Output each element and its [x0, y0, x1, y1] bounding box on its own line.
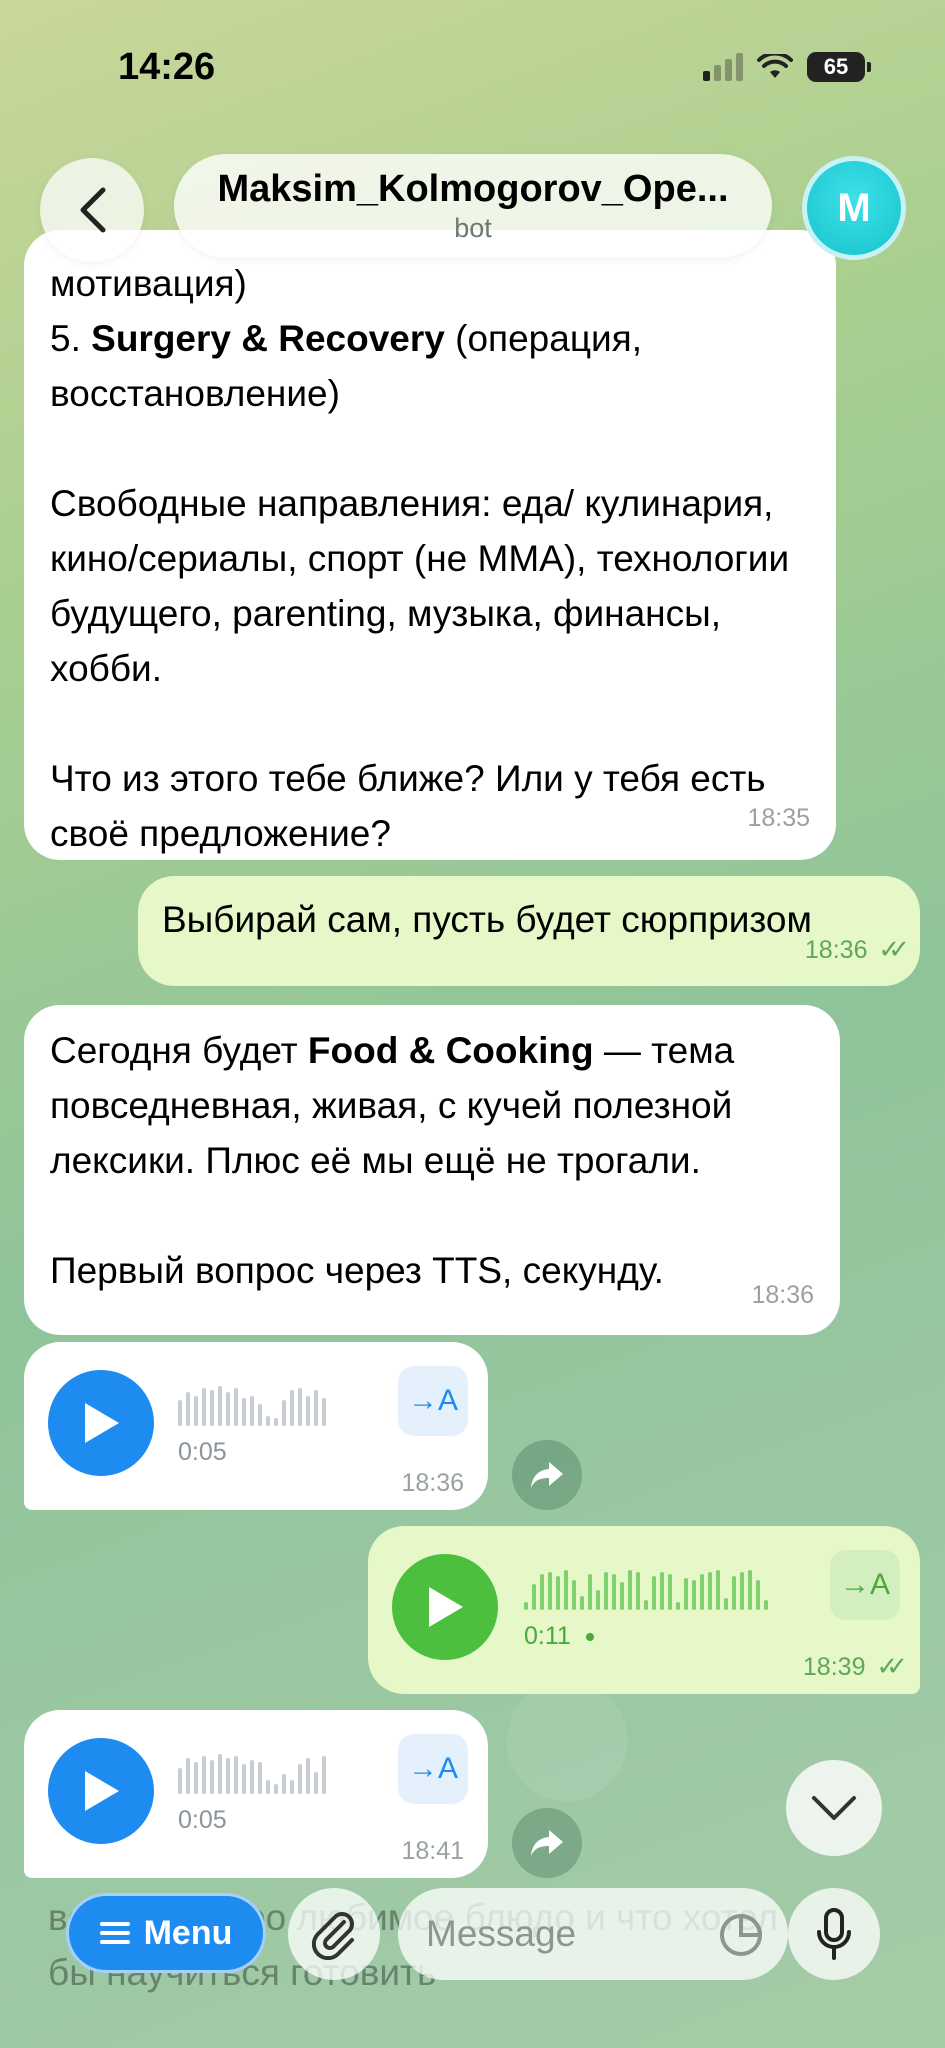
message-text: Первый вопрос через TTS, секунду. [50, 1250, 664, 1291]
attach-button[interactable] [288, 1888, 380, 1980]
scroll-down-button[interactable] [786, 1760, 882, 1856]
play-button[interactable] [392, 1554, 498, 1660]
chat-name: Maksim_Kolmogorov_Ope... [217, 168, 729, 210]
message-time: 18:39 ✓✓ [802, 1651, 908, 1681]
waveform[interactable] [524, 1570, 768, 1610]
share-forward-icon [531, 1830, 563, 1856]
waveform[interactable] [178, 1386, 326, 1426]
share-forward-button[interactable] [512, 1808, 582, 1878]
battery-icon: 65 [807, 52, 871, 82]
microphone-button[interactable] [788, 1888, 880, 1980]
chat-subtitle: bot [454, 213, 492, 243]
message-text: Свободные направления: еда/ кулинария, к… [50, 483, 790, 689]
share-forward-icon [531, 1462, 563, 1488]
transcribe-button[interactable]: →A [398, 1734, 468, 1804]
menu-label: Menu [143, 1913, 233, 1952]
outgoing-voice-message[interactable]: 0:11 →A 18:39 ✓✓ [368, 1526, 920, 1694]
signal-icon [703, 53, 743, 81]
chevron-down-icon [812, 1796, 856, 1820]
play-icon [429, 1587, 463, 1627]
menu-button[interactable]: Menu [66, 1893, 266, 1973]
microphone-icon [817, 1908, 851, 1960]
read-check-icon: ✓✓ [876, 1651, 907, 1681]
menu-icon [99, 1922, 130, 1944]
message-text: Сегодня будет Food & Cooking — тема повс… [50, 1030, 735, 1181]
paperclip-icon [311, 1912, 354, 1960]
message-time: 18:36 [751, 1281, 814, 1309]
read-check-icon: ✓✓ [878, 934, 909, 964]
play-button[interactable] [48, 1738, 154, 1844]
wifi-icon [757, 54, 793, 78]
waveform[interactable] [178, 1754, 326, 1794]
avatar[interactable]: M [802, 156, 906, 260]
message-text: 5. Surgery & Recovery (операция, [50, 318, 642, 359]
chat-title[interactable]: Maksim_Kolmogorov_Ope... bot [174, 154, 772, 258]
transcribe-button[interactable]: →A [830, 1550, 900, 1620]
message-text: Что из этого тебе ближе? Или у тебя есть… [50, 758, 766, 854]
voice-duration: 0:05 [178, 1438, 227, 1466]
share-forward-button[interactable] [512, 1440, 582, 1510]
incoming-voice-message[interactable]: 0:05 →A 18:36 [24, 1342, 488, 1510]
message-time: 18:36 ✓✓ [805, 922, 910, 978]
voice-duration: 0:05 [178, 1806, 227, 1834]
message-time: 18:41 [401, 1837, 464, 1865]
message-text: восстановление) [50, 373, 340, 414]
status-time: 14:26 [118, 46, 216, 88]
message-placeholder: Message [426, 1913, 577, 1954]
incoming-message[interactable]: мотивация) 5. Surgery & Recovery (операц… [24, 230, 836, 860]
back-button[interactable] [40, 158, 144, 262]
sticker-icon[interactable] [718, 1912, 764, 1958]
outgoing-message[interactable]: Выбирай сам, пусть будет сюрпризом 18:36… [138, 876, 920, 986]
transcribe-button[interactable]: →A [398, 1366, 468, 1436]
message-input[interactable]: Message [398, 1888, 788, 1980]
back-arrow-icon [80, 187, 106, 233]
play-icon [85, 1771, 119, 1811]
voice-duration: 0:11 [524, 1622, 594, 1651]
message-time: 18:35 [747, 804, 810, 832]
message-text: Выбирай сам, пусть будет сюрпризом [162, 899, 812, 940]
play-icon [85, 1403, 119, 1443]
incoming-voice-message[interactable]: 0:05 →A 18:41 [24, 1710, 488, 1878]
play-button[interactable] [48, 1370, 154, 1476]
message-text: мотивация) [50, 263, 247, 304]
incoming-message[interactable]: Сегодня будет Food & Cooking — тема повс… [24, 1005, 840, 1335]
status-icons: 65 [703, 52, 871, 82]
message-time: 18:36 [401, 1469, 464, 1497]
